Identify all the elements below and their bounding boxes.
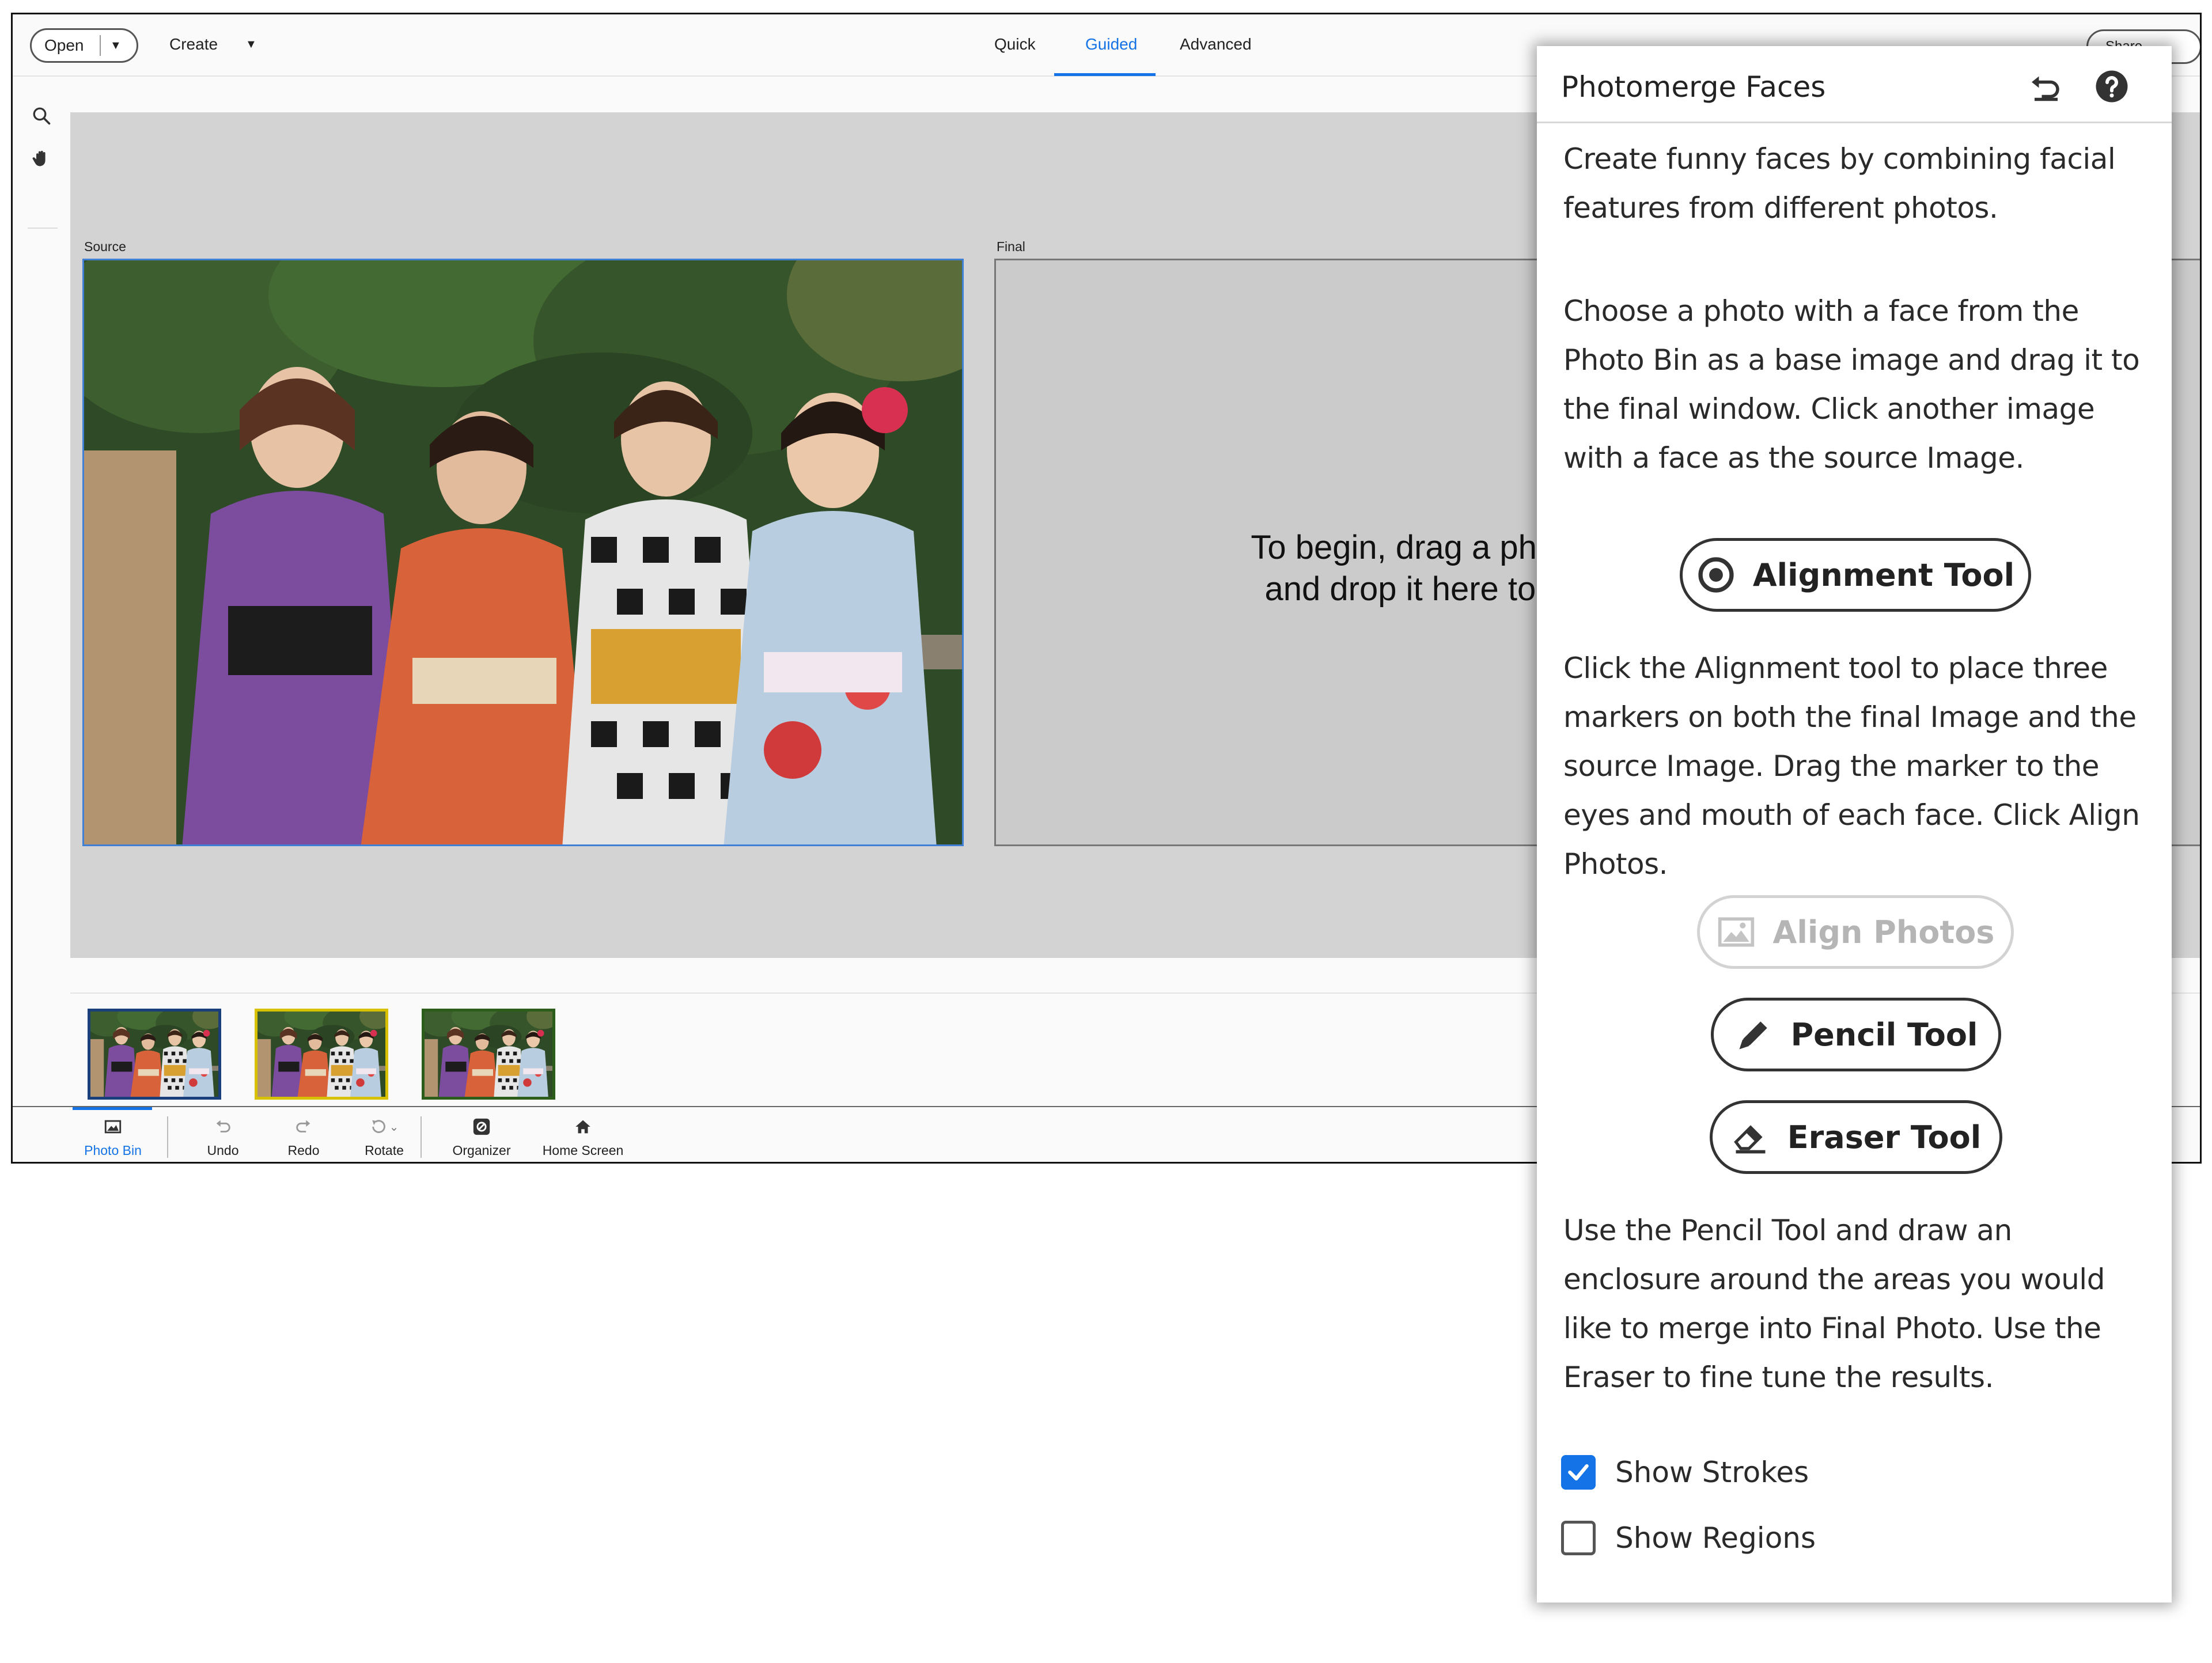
show-regions-checkbox[interactable]: [1561, 1521, 1596, 1555]
final-label: Final: [997, 239, 1025, 254]
tab-guided[interactable]: Guided: [1085, 35, 1137, 54]
bottom-bar-label: Photo Bin: [84, 1143, 142, 1158]
rotate-icon: ⌄: [361, 1115, 407, 1138]
bottom-bar-label: Redo: [287, 1143, 320, 1158]
step3-text: Use the Pencil Tool and draw an enclosur…: [1563, 1214, 2105, 1394]
photo-bin-thumbnail[interactable]: [88, 1009, 221, 1100]
tab-advanced[interactable]: Advanced: [1180, 35, 1252, 54]
eraser-icon: [1733, 1125, 1766, 1154]
bottom-bar-label: Undo: [207, 1143, 239, 1158]
step1-text: Choose a photo with a face from the Phot…: [1563, 294, 2140, 475]
intro-text: Create funny faces by combining facial f…: [1563, 142, 2116, 225]
redo-icon: [292, 1115, 315, 1138]
taskbar-divider: [421, 1116, 422, 1158]
undo-button[interactable]: Undo: [191, 1107, 255, 1162]
chevron-down-icon[interactable]: ▼: [110, 39, 122, 52]
eraser-tool-label: Eraser Tool: [1787, 1119, 1982, 1156]
create-button[interactable]: Create ▼: [169, 35, 257, 54]
thumbnail-image: [257, 1012, 385, 1097]
show-regions-label: Show Regions: [1615, 1521, 1816, 1555]
thumbnail-image: [90, 1012, 218, 1097]
show-regions-option[interactable]: Show Regions: [1561, 1521, 1816, 1555]
panel-title: Photomerge Faces: [1561, 70, 1826, 104]
align-photos-button[interactable]: Align Photos: [1697, 895, 2014, 969]
active-tab-indicator: [1054, 73, 1156, 76]
show-strokes-label: Show Strokes: [1615, 1456, 1809, 1489]
pencil-tool-label: Pencil Tool: [1790, 1016, 1978, 1053]
chevron-down-icon: ▼: [245, 37, 257, 51]
thumbnail-image: [425, 1012, 552, 1097]
organizer-icon: [470, 1115, 493, 1138]
reset-icon[interactable]: [2028, 68, 2065, 105]
bottom-bar-label: Rotate: [365, 1143, 404, 1158]
pencil-tool-button[interactable]: Pencil Tool: [1711, 998, 2001, 1071]
source-label: Source: [84, 239, 126, 254]
photo-bin-button[interactable]: Photo Bin: [79, 1107, 146, 1162]
source-photo: [84, 260, 964, 846]
bottom-bar-label: Home Screen: [542, 1143, 624, 1158]
tool-divider: [28, 228, 58, 229]
eraser-tool-button[interactable]: Eraser Tool: [1710, 1100, 2002, 1174]
photo-bin-icon: [101, 1115, 124, 1138]
open-button-label: Open: [44, 36, 84, 54]
step2-text: Click the Alignment tool to place three …: [1563, 651, 2140, 881]
taskbar-divider: [167, 1116, 168, 1158]
help-icon[interactable]: [2093, 68, 2130, 105]
organizer-button[interactable]: Organizer: [441, 1107, 522, 1162]
home-icon: [571, 1115, 594, 1138]
undo-icon: [211, 1115, 234, 1138]
panel-header: Photomerge Faces: [1537, 46, 2172, 123]
bottom-bar-label: Organizer: [452, 1143, 511, 1158]
rotate-button[interactable]: ⌄ Rotate: [347, 1107, 422, 1162]
home-screen-button[interactable]: Home Screen: [531, 1107, 635, 1162]
show-strokes-checkbox[interactable]: [1561, 1455, 1596, 1490]
checkmark-icon: [1568, 1464, 1589, 1481]
image-icon: [1718, 917, 1754, 947]
photo-bin-thumbnail[interactable]: [255, 1009, 388, 1100]
chevron-down-icon[interactable]: ⌄: [389, 1120, 399, 1134]
open-button-divider: [100, 35, 101, 56]
tab-quick[interactable]: Quick: [994, 35, 1036, 54]
zoom-icon[interactable]: [28, 102, 55, 130]
create-button-label: Create: [169, 35, 218, 53]
align-photos-label: Align Photos: [1772, 914, 1995, 950]
show-strokes-option[interactable]: Show Strokes: [1561, 1455, 1809, 1490]
alignment-tool-button[interactable]: Alignment Tool: [1680, 538, 2031, 612]
photo-bin-thumbnail[interactable]: [422, 1009, 555, 1100]
source-image-pane[interactable]: [82, 259, 964, 846]
redo-button[interactable]: Redo: [272, 1107, 335, 1162]
photomerge-faces-panel: Photomerge Faces Create funny faces by c…: [1537, 46, 2172, 1603]
alignment-tool-label: Alignment Tool: [1752, 556, 2015, 593]
target-icon: [1698, 557, 1734, 593]
pencil-icon: [1739, 1021, 1767, 1050]
left-tool-strip: [13, 77, 70, 1079]
open-button[interactable]: Open ▼: [30, 28, 138, 63]
hand-icon[interactable]: [28, 145, 55, 172]
